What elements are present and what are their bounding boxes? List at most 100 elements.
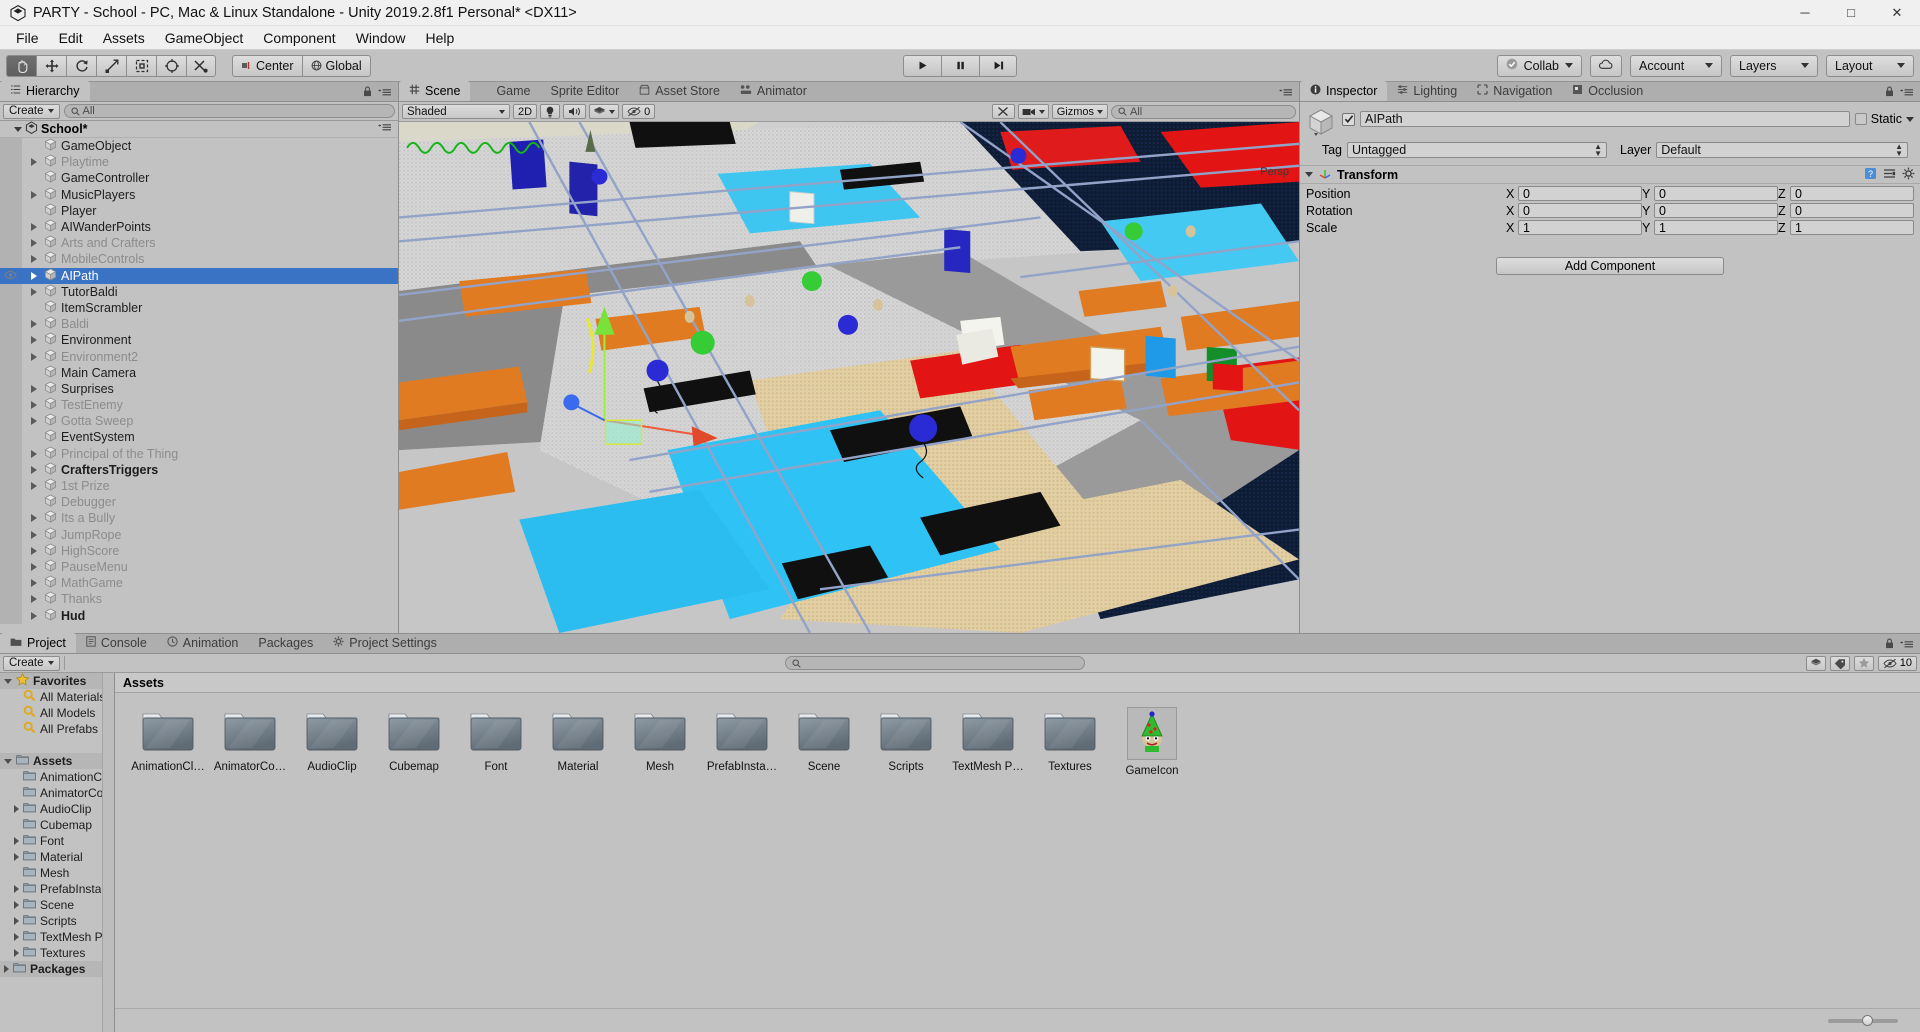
pause-button[interactable] bbox=[941, 54, 979, 77]
tab-sprite-editor[interactable]: Sprite Editor bbox=[541, 81, 630, 101]
custom-tool-button[interactable] bbox=[186, 54, 216, 77]
project-search-input[interactable] bbox=[785, 656, 1086, 670]
add-component-button[interactable]: Add Component bbox=[1496, 257, 1724, 275]
transform-rotation-z-field[interactable]: Z0 bbox=[1778, 203, 1914, 218]
expand-arrow-icon[interactable] bbox=[31, 465, 37, 474]
asset-item-scene[interactable]: Scene bbox=[783, 707, 865, 777]
project-tree-item-scripts[interactable]: Scripts bbox=[0, 913, 114, 929]
scene-gizmos-button[interactable]: Gizmos bbox=[1051, 104, 1108, 119]
project-folder-tree[interactable]: Favorites All Materials All Models All Pref… bbox=[0, 673, 115, 1032]
expand-arrow-icon[interactable] bbox=[31, 255, 37, 264]
filter-by-type-button[interactable] bbox=[1805, 655, 1826, 671]
transform-rotation-y-value[interactable]: 0 bbox=[1654, 203, 1778, 218]
expand-arrow-icon[interactable] bbox=[31, 336, 37, 345]
expand-arrow-icon[interactable] bbox=[31, 223, 37, 232]
transform-scale-y-value[interactable]: 1 bbox=[1654, 220, 1778, 235]
expand-arrow-icon[interactable] bbox=[31, 287, 37, 296]
preset-icon[interactable] bbox=[1883, 167, 1896, 183]
expand-arrow-icon[interactable] bbox=[31, 158, 37, 167]
scene-viewport[interactable]: Persp bbox=[399, 122, 1299, 633]
move-tool-button[interactable] bbox=[36, 54, 66, 77]
tab-asset-store[interactable]: Asset Store bbox=[629, 81, 730, 101]
asset-grid[interactable]: AnimationCl… AnimatorCo… AudioClip Cubemap F… bbox=[115, 693, 1920, 1008]
hierarchy-scene-row[interactable]: School* bbox=[0, 121, 398, 138]
tab-project[interactable]: Project bbox=[0, 633, 76, 653]
hierarchy-item-principal-of-the-thing[interactable]: Principal of the Thing bbox=[0, 446, 398, 462]
pivot-mode-button[interactable]: Center bbox=[232, 54, 302, 77]
project-tree-item-animatorco[interactable]: AnimatorCo bbox=[0, 785, 114, 801]
project-tree-scrollbar[interactable] bbox=[102, 673, 114, 1032]
project-tree-item-material[interactable]: Material bbox=[0, 849, 114, 865]
chevron-right-icon[interactable] bbox=[14, 885, 19, 893]
filter-favorites-button[interactable] bbox=[1853, 655, 1874, 671]
asset-item-font[interactable]: Font bbox=[455, 707, 537, 777]
rect-tool-button[interactable] bbox=[126, 54, 156, 77]
chevron-down-icon[interactable] bbox=[1305, 172, 1313, 177]
static-checkbox[interactable] bbox=[1854, 113, 1867, 125]
transform-position-x-field[interactable]: X0 bbox=[1506, 186, 1642, 201]
expand-arrow-icon[interactable] bbox=[31, 530, 37, 539]
expand-arrow-icon[interactable] bbox=[31, 482, 37, 491]
project-create-button[interactable]: Create bbox=[3, 655, 60, 671]
layers-button[interactable]: Layers bbox=[1730, 54, 1818, 77]
hierarchy-item-mathgame[interactable]: MathGame bbox=[0, 575, 398, 591]
hierarchy-item-playtime[interactable]: Playtime bbox=[0, 154, 398, 170]
scale-tool-button[interactable] bbox=[96, 54, 126, 77]
hierarchy-item-thanks[interactable]: Thanks bbox=[0, 591, 398, 607]
hierarchy-item-mobilecontrols[interactable]: MobileControls bbox=[0, 251, 398, 267]
chevron-right-icon[interactable] bbox=[14, 933, 19, 941]
hierarchy-item-its-a-bully[interactable]: Its a Bully bbox=[0, 510, 398, 526]
play-button[interactable] bbox=[903, 54, 941, 77]
scene-search-input[interactable]: All bbox=[1111, 104, 1296, 119]
inspector-menu-icon[interactable] bbox=[1900, 85, 1914, 101]
expand-arrow-icon[interactable] bbox=[31, 546, 37, 555]
transform-component-header[interactable]: Transform ? bbox=[1300, 165, 1920, 184]
transform-rotation-z-value[interactable]: 0 bbox=[1790, 203, 1914, 218]
project-tree-item-all-materials[interactable]: All Materials bbox=[0, 689, 114, 705]
tab-scene[interactable]: Scene bbox=[399, 81, 471, 101]
expand-arrow-icon[interactable] bbox=[31, 579, 37, 588]
hierarchy-item-crafterstriggers[interactable]: CraftersTriggers bbox=[0, 462, 398, 478]
hierarchy-item-player[interactable]: Player bbox=[0, 203, 398, 219]
transform-position-y-field[interactable]: Y0 bbox=[1642, 186, 1778, 201]
transform-position-y-value[interactable]: 0 bbox=[1654, 186, 1778, 201]
hierarchy-item-gotta-sweep[interactable]: Gotta Sweep bbox=[0, 413, 398, 429]
filter-by-label-button[interactable] bbox=[1829, 655, 1850, 671]
hierarchy-item-testenemy[interactable]: TestEnemy bbox=[0, 397, 398, 413]
tab-lighting[interactable]: Lighting bbox=[1387, 81, 1467, 101]
tab-game[interactable]: Game bbox=[470, 81, 540, 101]
project-tree-item-scene[interactable]: Scene bbox=[0, 897, 114, 913]
hierarchy-create-button[interactable]: Create bbox=[3, 103, 60, 119]
coord-space-button[interactable]: Global bbox=[301, 54, 371, 77]
scene-menu-icon[interactable] bbox=[1279, 85, 1293, 101]
transform-tool-button[interactable] bbox=[156, 54, 186, 77]
menu-edit[interactable]: Edit bbox=[49, 27, 93, 49]
menu-assets[interactable]: Assets bbox=[93, 27, 155, 49]
asset-item-textures[interactable]: Textures bbox=[1029, 707, 1111, 777]
hierarchy-item-aipath[interactable]: AIPath bbox=[0, 267, 398, 284]
project-menu-icon[interactable] bbox=[1900, 637, 1914, 653]
chevron-down-icon[interactable] bbox=[14, 126, 22, 132]
help-icon[interactable]: ? bbox=[1864, 167, 1877, 183]
project-tree-item-assets[interactable]: Assets bbox=[0, 753, 114, 769]
project-tree-item-font[interactable]: Font bbox=[0, 833, 114, 849]
tab-packages[interactable]: Packages bbox=[248, 633, 323, 653]
scene-audio-button[interactable] bbox=[563, 104, 587, 119]
chevron-right-icon[interactable] bbox=[14, 917, 19, 925]
asset-item-prefabinsta-[interactable]: PrefabInsta… bbox=[701, 707, 783, 777]
hierarchy-item-jumprope[interactable]: JumpRope bbox=[0, 527, 398, 543]
menu-window[interactable]: Window bbox=[346, 27, 416, 49]
scene-context-menu-icon[interactable] bbox=[378, 122, 398, 136]
chevron-right-icon[interactable] bbox=[14, 853, 19, 861]
gear-icon[interactable] bbox=[1902, 167, 1915, 183]
expand-arrow-icon[interactable] bbox=[31, 352, 37, 361]
asset-item-scripts[interactable]: Scripts bbox=[865, 707, 947, 777]
visibility-icon[interactable] bbox=[4, 269, 17, 283]
transform-scale-z-field[interactable]: Z1 bbox=[1778, 220, 1914, 235]
hierarchy-item-debugger[interactable]: Debugger bbox=[0, 494, 398, 510]
transform-position-z-field[interactable]: Z0 bbox=[1778, 186, 1914, 201]
hierarchy-item-hud[interactable]: Hud bbox=[0, 607, 398, 623]
menu-file[interactable]: File bbox=[6, 27, 49, 49]
hierarchy-item-environment2[interactable]: Environment2 bbox=[0, 348, 398, 364]
hierarchy-item-aiwanderpoints[interactable]: AIWanderPoints bbox=[0, 219, 398, 235]
